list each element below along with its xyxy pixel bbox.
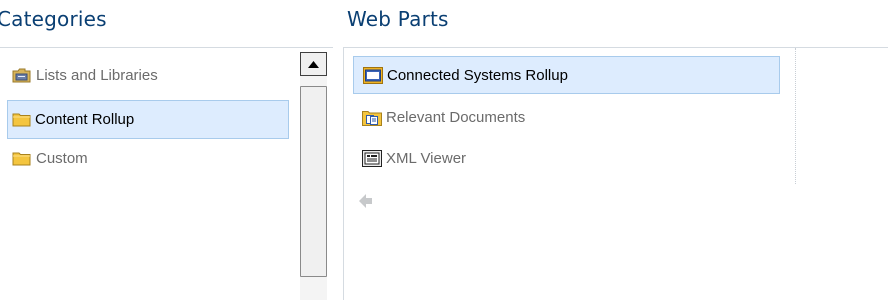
web-part-label: Relevant Documents — [386, 108, 526, 126]
pane-divider — [343, 47, 344, 300]
categories-scrollbar[interactable] — [300, 52, 327, 300]
category-label: Lists and Libraries — [36, 66, 158, 84]
web-part-item-xml-viewer[interactable]: XML Viewer — [353, 146, 780, 170]
documents-icon — [362, 110, 382, 126]
category-item-content-rollup[interactable]: Content Rollup — [7, 100, 289, 139]
web-part-item-relevant-documents[interactable]: Relevant Documents — [353, 105, 780, 129]
category-label: Content Rollup — [35, 111, 135, 128]
categories-divider — [0, 47, 333, 48]
triangle-up-icon — [308, 60, 319, 68]
web-part-label: Connected Systems Rollup — [387, 66, 568, 84]
web-parts-divider — [344, 47, 888, 48]
category-item-custom[interactable]: Custom — [11, 146, 286, 170]
scrollbar-thumb[interactable] — [300, 86, 327, 277]
library-folder-icon — [12, 68, 31, 82]
scroll-up-button[interactable] — [300, 52, 327, 76]
categories-heading: Categories — [0, 7, 107, 31]
web-part-item-connected-systems-rollup[interactable]: Connected Systems Rollup — [353, 56, 780, 94]
window-icon — [363, 66, 383, 84]
web-parts-column-separator — [795, 48, 796, 184]
category-item-lists-and-libraries[interactable]: Lists and Libraries — [11, 63, 286, 87]
web-part-label: XML Viewer — [386, 149, 467, 167]
arrow-left-icon[interactable] — [359, 194, 372, 208]
folder-icon — [12, 113, 31, 127]
web-parts-heading: Web Parts — [347, 7, 449, 31]
xml-viewer-icon — [362, 149, 382, 167]
folder-icon — [12, 152, 31, 165]
category-label: Custom — [36, 149, 88, 167]
